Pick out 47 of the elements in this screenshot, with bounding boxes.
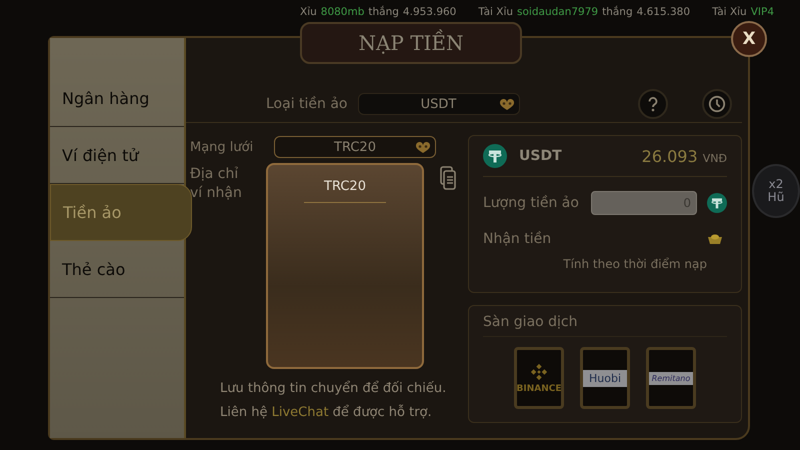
- ticker-game: Tài Xỉu: [478, 6, 514, 18]
- dropdown-option[interactable]: TRC20: [304, 179, 386, 203]
- exchange-logo[interactable]: BINANCE: [514, 347, 564, 409]
- info-note: Liên hệ LiveChat để được hỗ trợ.: [220, 405, 433, 420]
- ticker-verb: thắng: [602, 6, 633, 18]
- currency-unit: VNĐ: [702, 152, 727, 164]
- coin-name: USDT: [519, 148, 562, 164]
- section-title: Sàn giao dịch: [483, 314, 727, 337]
- field-label: Loại tiền ảo: [266, 96, 348, 112]
- field-label: Lượng tiền ảo: [483, 195, 580, 211]
- sidebar-item[interactable]: Thẻ cào: [50, 241, 184, 298]
- field-label: Địa chỉ ví nhận: [190, 165, 243, 203]
- ticker-game: Tài Xỉu: [712, 6, 747, 18]
- badge-text: Hũ: [768, 191, 784, 204]
- exchange-logo[interactable]: Huobi: [580, 347, 630, 409]
- field-label: Nhận tiền: [483, 231, 552, 247]
- tether-coin-icon: [707, 193, 727, 213]
- ticker-amount: 4.953.960: [402, 6, 456, 18]
- ingot-icon: [707, 233, 723, 245]
- livechat-link[interactable]: LiveChat: [272, 405, 329, 420]
- dialog-title: NẠP TIỀN: [300, 22, 522, 64]
- close-button[interactable]: X: [731, 21, 767, 57]
- ticker-username: VIP4: [750, 6, 774, 18]
- tether-coin-icon: [483, 144, 507, 168]
- ticker-amount: 4.615.380: [636, 6, 690, 18]
- ornament-icon: [498, 99, 514, 111]
- sidebar-item[interactable]: Ngân hàng: [50, 70, 184, 127]
- sidebar-item[interactable]: Tiền ảo: [50, 184, 192, 241]
- field-label: Mạng lưới: [190, 140, 254, 154]
- currency-dropdown[interactable]: USDT: [358, 93, 520, 115]
- clock-icon: [708, 95, 726, 113]
- ticker-game: Xỉu: [300, 6, 317, 18]
- exchange-rate: 26.093: [642, 146, 698, 166]
- ticker-username: soidaudan7979: [517, 6, 598, 18]
- ornament-icon: [415, 142, 431, 154]
- network-dropdown[interactable]: TRC20: [274, 136, 436, 158]
- badge-text: x2: [768, 178, 784, 191]
- ticker-verb: thắng: [368, 6, 399, 18]
- info-note: Lưu thông tin chuyển để đối chiếu.: [220, 381, 448, 396]
- exchange-logo[interactable]: Remitano: [646, 347, 696, 409]
- ticker-username: 8080mb: [320, 6, 364, 18]
- history-button[interactable]: [702, 89, 732, 119]
- rate-note: Tính theo thời điểm nạp: [562, 257, 708, 271]
- help-button[interactable]: [638, 89, 668, 119]
- question-mark-icon: [647, 96, 659, 112]
- copy-icon[interactable]: [440, 165, 456, 191]
- diamond-logo-icon: [530, 362, 548, 380]
